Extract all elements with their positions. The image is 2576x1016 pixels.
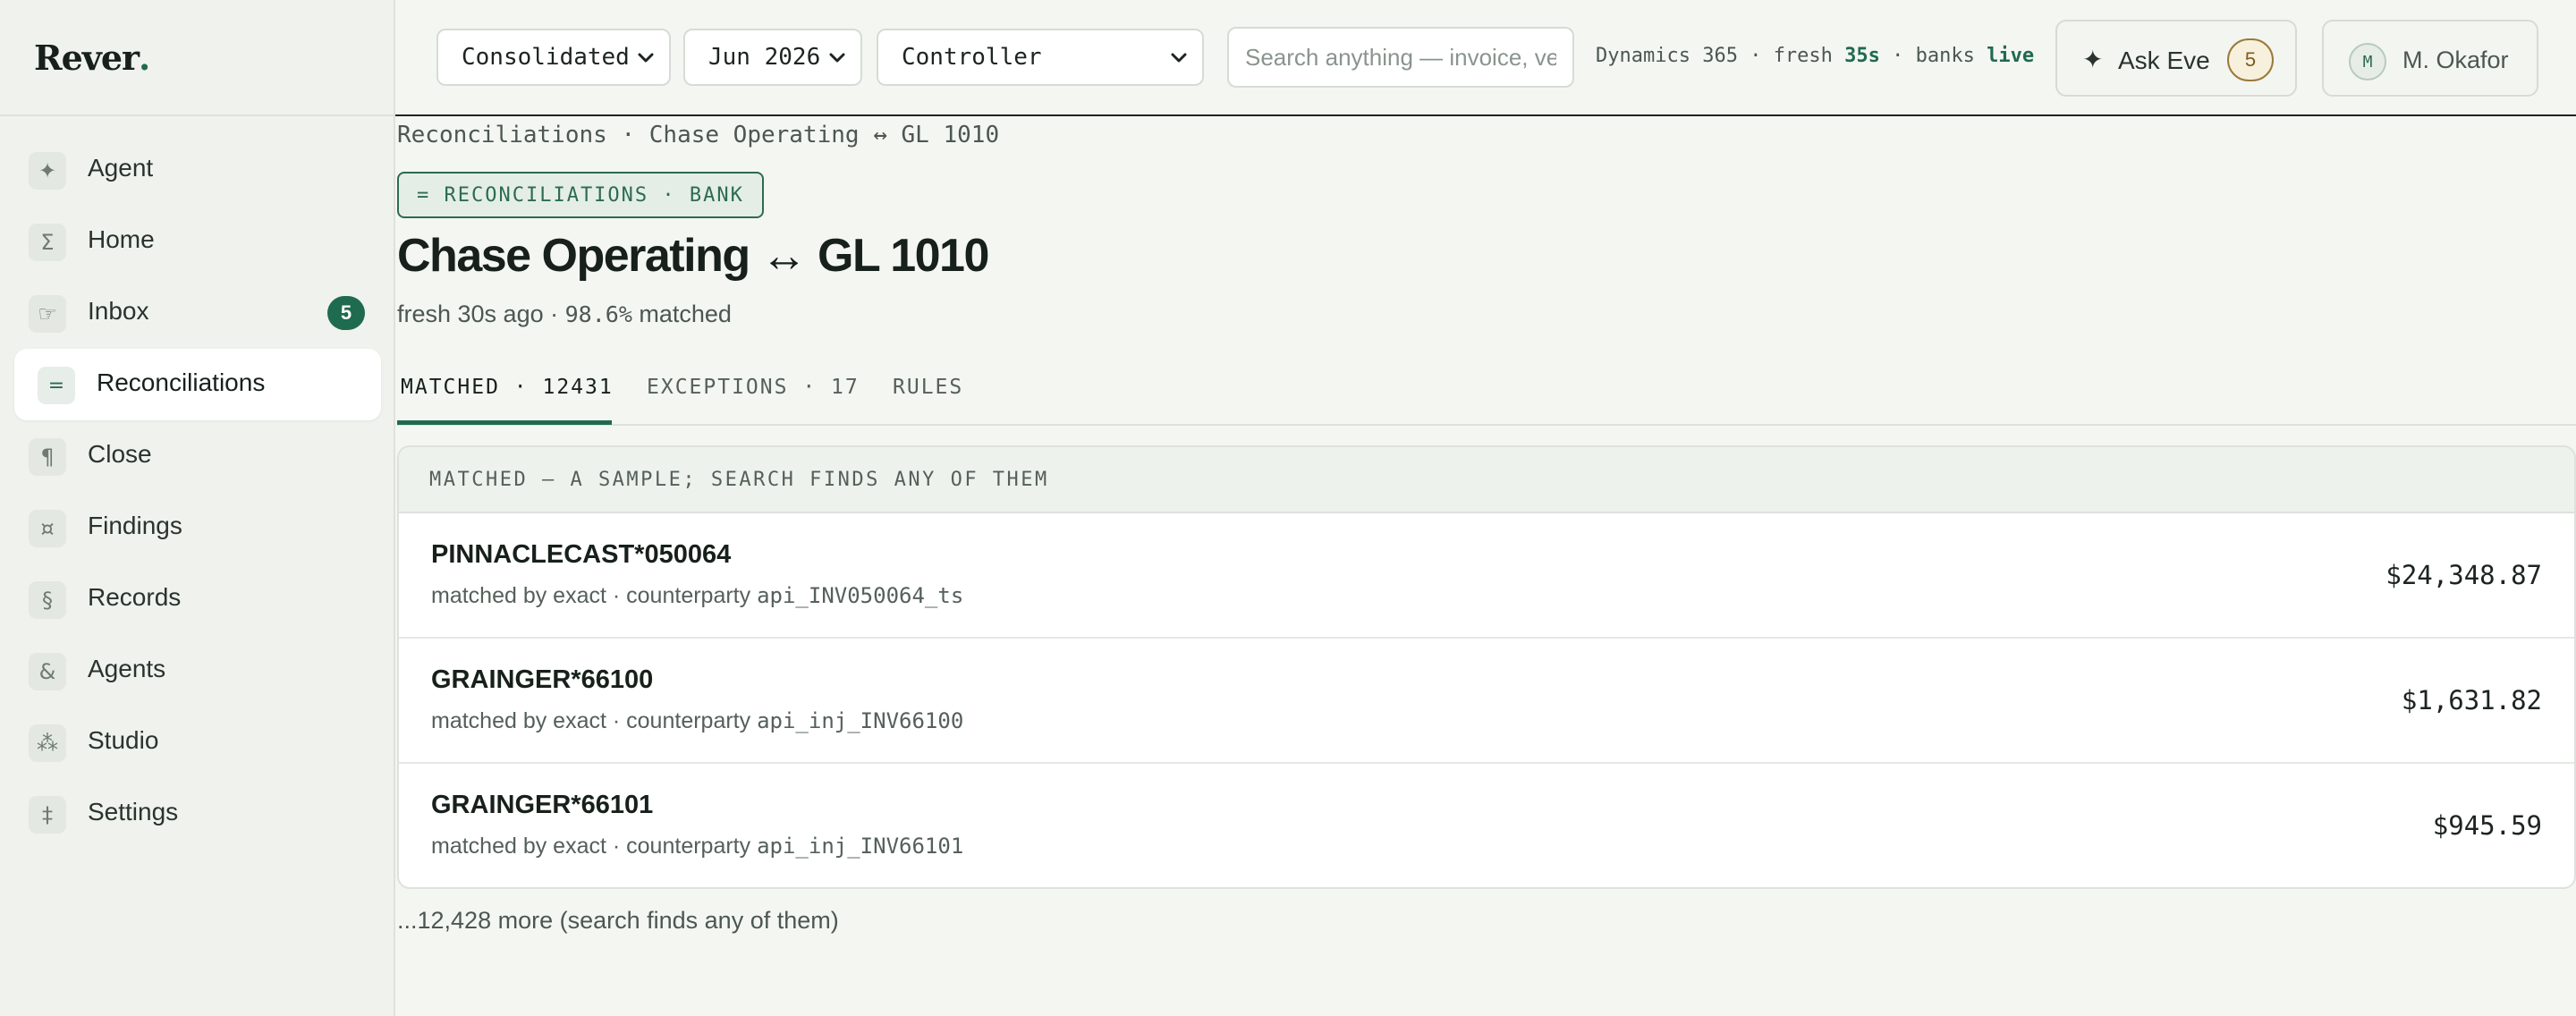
- erp-system-name: Dynamics 365: [1596, 45, 1738, 67]
- role-select-value: Controller: [902, 44, 1042, 71]
- agent-icon: ✦: [29, 152, 66, 190]
- brand-logo[interactable]: Rever: [34, 38, 140, 78]
- status-separator: · banks: [1879, 45, 1987, 67]
- match-rate: 98.6%: [564, 301, 632, 327]
- sigma-icon: Σ: [29, 224, 66, 261]
- sidebar-item-reconciliations[interactable]: = Reconciliations: [14, 349, 381, 420]
- summary-separator: ·: [543, 301, 565, 327]
- section-icon: §: [29, 581, 66, 619]
- sparkle-icon: ✦: [2082, 45, 2104, 74]
- reconciliation-summary: fresh 30s ago · 98.6% matched: [397, 301, 732, 328]
- main-content: Reconciliations · Chase Operating ↔ GL 1…: [397, 118, 2576, 1016]
- sidebar-item-settings[interactable]: ‡ Settings: [14, 778, 381, 850]
- transaction-amount: $1,631.82: [2401, 685, 2542, 715]
- sidebar-item-agents[interactable]: & Agents: [14, 635, 381, 707]
- studio-icon: ⁂: [29, 724, 66, 762]
- page-title: Chase Operating ↔ GL 1010: [397, 230, 989, 282]
- table-row[interactable]: GRAINGER*66101 matched by exact · counte…: [399, 764, 2574, 887]
- brand: Rever.: [0, 0, 394, 116]
- transaction-amount: $24,348.87: [2385, 560, 2542, 590]
- entity-select[interactable]: Consolidated: [436, 29, 671, 86]
- ask-eve-button[interactable]: ✦ Ask Eve 5: [2055, 20, 2297, 97]
- global-search-input[interactable]: [1227, 27, 1574, 88]
- user-name: M. Okafor: [2402, 47, 2509, 73]
- matched-panel: MATCHED — A SAMPLE; SEARCH FINDS ANY OF …: [397, 445, 2576, 889]
- sidebar-item-label: Home: [88, 225, 155, 253]
- match-details: matched by exact · counterparty api_inj_…: [431, 834, 964, 859]
- ask-eve-count-badge: 5: [2227, 38, 2274, 81]
- counterparty-ref: api_inj_INV66101: [757, 834, 964, 859]
- ask-eve-label: Ask Eve: [2118, 47, 2210, 74]
- sidebar-item-studio[interactable]: ⁂ Studio: [14, 707, 381, 778]
- match-method: matched by exact: [431, 708, 606, 733]
- sidebar-item-label: Findings: [88, 512, 182, 539]
- transaction-amount: $945.59: [2432, 810, 2542, 841]
- match-rate-label: matched: [631, 301, 732, 327]
- erp-freshness: 35s: [1844, 45, 1880, 67]
- match-method: matched by exact: [431, 834, 606, 859]
- sidebar-item-label: Agent: [88, 154, 154, 182]
- counterparty-label: counterparty: [626, 583, 758, 608]
- equals-icon: =: [38, 367, 75, 404]
- tab-matched[interactable]: MATCHED · 12431: [401, 376, 614, 399]
- sidebar-item-findings[interactable]: ¤ Findings: [14, 492, 381, 563]
- panel-header: MATCHED — A SAMPLE; SEARCH FINDS ANY OF …: [399, 447, 2574, 513]
- period-select-value: Jun 2026: [708, 44, 821, 71]
- section-kicker: = RECONCILIATIONS · BANK: [397, 172, 764, 218]
- match-method: matched by exact: [431, 583, 606, 608]
- currency-icon: ¤: [29, 510, 66, 547]
- sidebar-item-label: Studio: [88, 726, 159, 754]
- sidebar-item-inbox[interactable]: ☞ Inbox 5: [14, 277, 381, 349]
- chevron-down-icon: [638, 53, 654, 63]
- role-select[interactable]: Controller: [877, 29, 1204, 86]
- tab-exceptions[interactable]: EXCEPTIONS · 17: [647, 376, 860, 399]
- sidebar-item-label: Agents: [88, 655, 166, 682]
- breadcrumb[interactable]: Reconciliations · Chase Operating ↔ GL 1…: [397, 122, 999, 148]
- entity-select-value: Consolidated: [462, 44, 630, 71]
- counterparty-ref: api_inj_INV66100: [757, 708, 964, 733]
- period-select[interactable]: Jun 2026: [683, 29, 862, 86]
- table-row[interactable]: GRAINGER*66100 matched by exact · counte…: [399, 639, 2574, 764]
- sync-status: Dynamics 365 · fresh 35s · banks live: [1596, 45, 2034, 67]
- double-dagger-icon: ‡: [29, 796, 66, 834]
- match-details: matched by exact · counterparty api_inj_…: [431, 708, 964, 733]
- avatar: M: [2349, 43, 2386, 80]
- freshness-text: fresh 30s ago: [397, 301, 544, 327]
- table-row[interactable]: PINNACLECAST*050064 matched by exact · c…: [399, 513, 2574, 639]
- counterparty-ref: api_INV050064_ts: [757, 583, 964, 608]
- match-details: matched by exact · counterparty api_INV0…: [431, 583, 964, 608]
- sidebar-item-close[interactable]: ¶ Close: [14, 420, 381, 492]
- sidebar-item-label: Inbox: [88, 297, 149, 325]
- transaction-description: PINNACLECAST*050064: [431, 540, 732, 569]
- sidebar-item-label: Settings: [88, 798, 179, 826]
- active-tab-indicator: [397, 420, 612, 425]
- counterparty-label: counterparty: [626, 708, 758, 733]
- sidebar-item-records[interactable]: § Records: [14, 563, 381, 635]
- chevron-down-icon: [1171, 53, 1187, 63]
- pilcrow-icon: ¶: [29, 438, 66, 476]
- tab-bar: MATCHED · 12431 EXCEPTIONS · 17 RULES: [397, 360, 2576, 426]
- chevron-down-icon: [829, 53, 845, 63]
- more-results-note: ...12,428 more (search finds any of them…: [397, 907, 839, 934]
- user-menu-button[interactable]: M M. Okafor: [2322, 20, 2538, 97]
- brand-dot: .: [139, 37, 151, 78]
- inbox-icon: ☞: [29, 295, 66, 333]
- status-separator: · fresh: [1737, 45, 1845, 67]
- sidebar: Rever. ✦ Agent Σ Home ☞ Inbox 5 = Reconc…: [0, 0, 395, 1016]
- sidebar-item-label: Records: [88, 583, 182, 611]
- bank-feed-status: live: [1987, 45, 2035, 67]
- top-bar: Consolidated Jun 2026 Controller Dynamic…: [395, 0, 2576, 116]
- sidebar-item-agent[interactable]: ✦ Agent: [14, 134, 381, 206]
- ampersand-icon: &: [29, 653, 66, 690]
- tab-rules[interactable]: RULES: [893, 376, 963, 399]
- inbox-count-badge: 5: [327, 296, 365, 330]
- transaction-description: GRAINGER*66101: [431, 791, 654, 819]
- sidebar-item-label: Reconciliations: [97, 368, 266, 396]
- counterparty-label: counterparty: [626, 834, 758, 859]
- sidebar-item-label: Close: [88, 440, 152, 468]
- transaction-description: GRAINGER*66100: [431, 665, 654, 694]
- sidebar-item-home[interactable]: Σ Home: [14, 206, 381, 277]
